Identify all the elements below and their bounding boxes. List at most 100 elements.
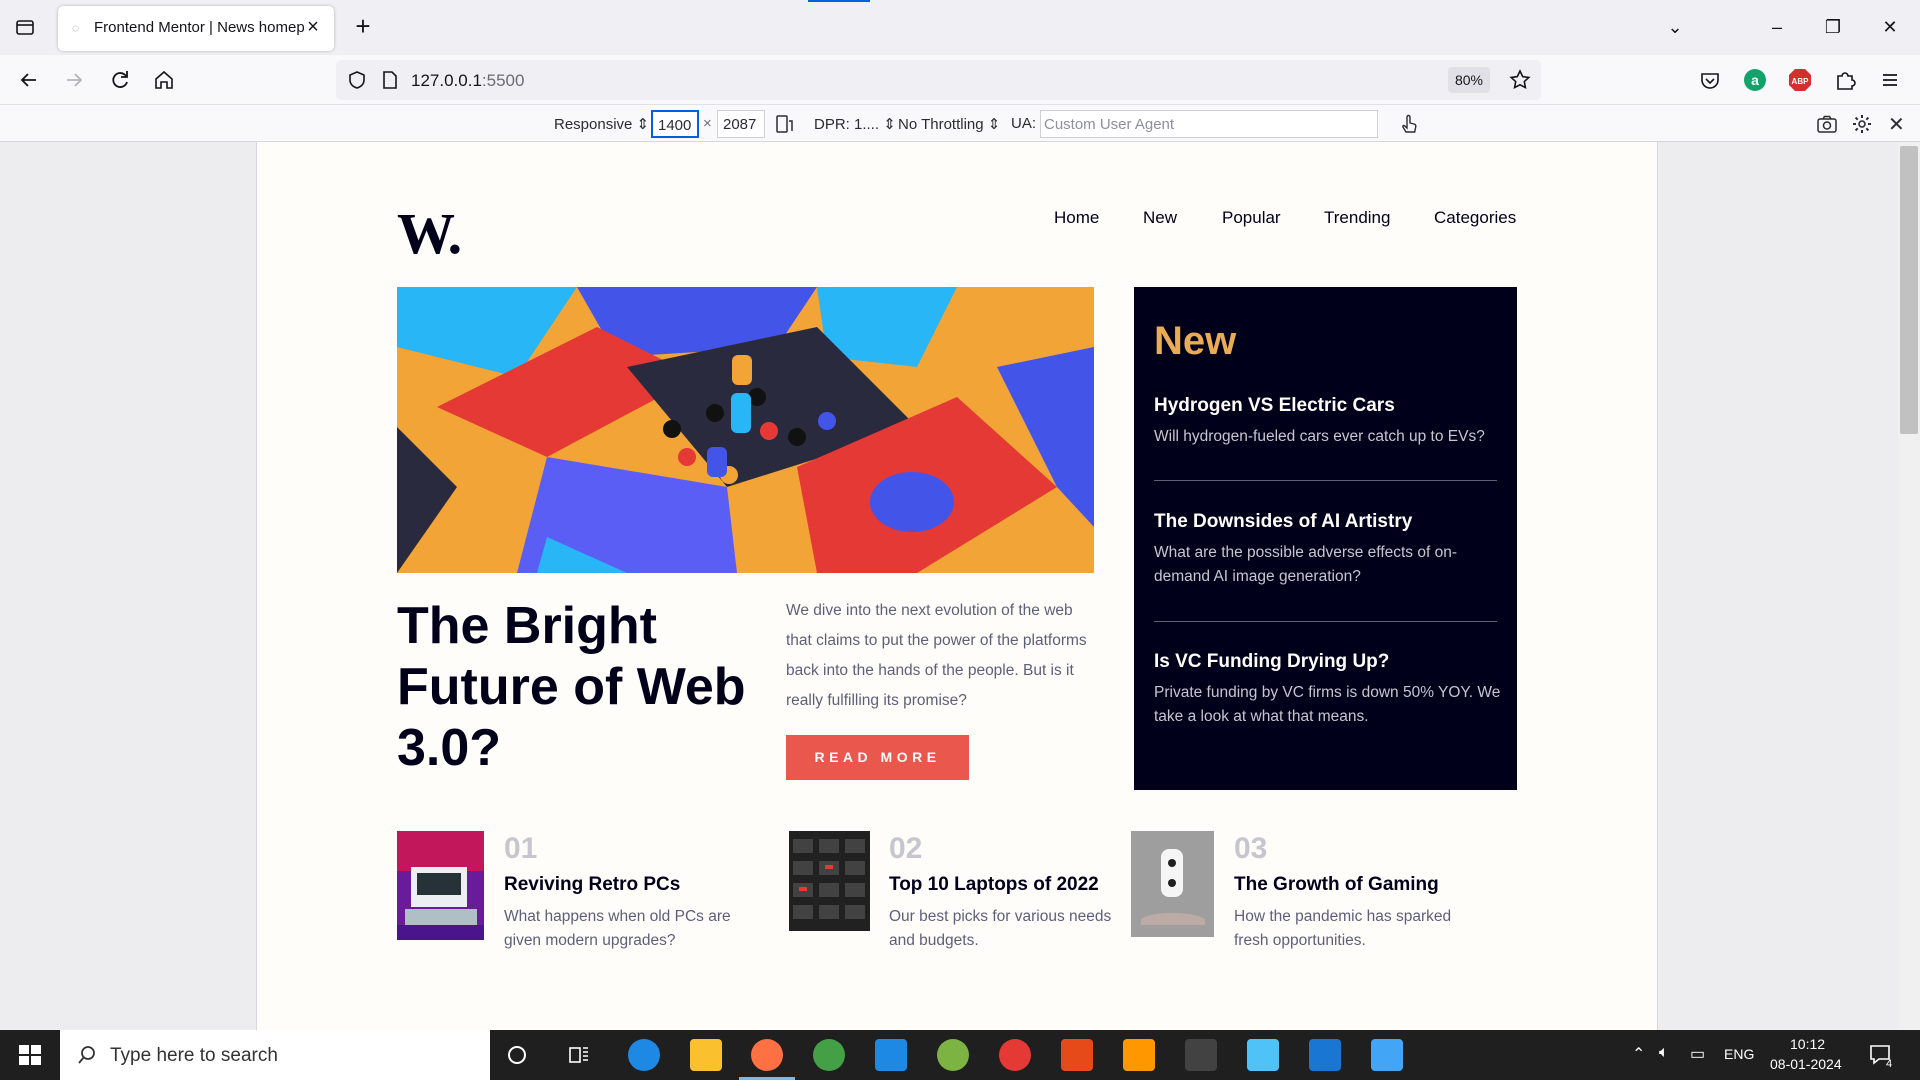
close-rdm-icon[interactable]: ✕ (1888, 112, 1905, 137)
restore-icon[interactable]: ❐ (1820, 14, 1846, 40)
card-title[interactable]: Reviving Retro PCs (504, 874, 680, 896)
windows-start-icon[interactable] (0, 1030, 60, 1080)
volume-icon[interactable]: 🔈︎ (1659, 1044, 1669, 1062)
close-tab-icon[interactable]: × (302, 16, 324, 38)
tab-overflow-chevron-icon[interactable]: ⌄ (1662, 14, 1688, 40)
divider (1154, 480, 1497, 481)
responsive-design-toolbar: Responsive ⇕ 1400 × 2087 DPR: 1.... ⇕ No… (0, 106, 1920, 142)
browser-viewport: W. Home New Popular Trending Categories (0, 142, 1920, 1030)
menu-hamburger-icon[interactable] (1877, 67, 1903, 93)
laptops-keyboard-image (789, 831, 870, 931)
clock-time[interactable]: 10:12 (1790, 1036, 1825, 1052)
adblock-plus-icon[interactable]: ABP (1787, 67, 1813, 93)
search-placeholder: Type here to search (110, 1045, 278, 1066)
url-bar[interactable]: 127.0.0.1:5500 80% (336, 60, 1541, 100)
battery-icon[interactable]: ▭ (1690, 1044, 1705, 1064)
rotate-viewport-icon[interactable] (773, 113, 795, 139)
new-tab-button[interactable]: + (350, 13, 376, 39)
shield-icon[interactable] (346, 69, 368, 96)
nav-link-new[interactable]: New (1143, 208, 1177, 228)
app-icon[interactable] (1247, 1039, 1279, 1071)
browser-tab-bar: ◌ Frontend Mentor | News homepage × + ⌄ … (0, 0, 1920, 55)
task-view-icon[interactable] (567, 1043, 591, 1072)
windows-taskbar: Type here to search ⌃ 🔈︎ ▭ ENG 10:12 08-… (0, 1030, 1920, 1080)
tray-chevron-icon[interactable]: ⌃ (1632, 1044, 1645, 1064)
user-agent-input[interactable]: Custom User Agent (1040, 110, 1378, 138)
extension-a-icon[interactable]: a (1742, 67, 1768, 93)
news-homepage: W. Home New Popular Trending Categories (256, 142, 1658, 1030)
home-icon[interactable] (151, 67, 177, 93)
browser-navbar: 127.0.0.1:5500 80% a ABP (0, 55, 1920, 105)
language-indicator[interactable]: ENG (1724, 1046, 1754, 1062)
firefox-icon[interactable] (751, 1039, 783, 1071)
read-more-button[interactable]: READ MORE (786, 735, 969, 780)
reload-icon[interactable] (107, 67, 133, 93)
card-number: 02 (889, 832, 923, 865)
vscode-icon[interactable] (1309, 1039, 1341, 1071)
scrollbar-thumb[interactable] (1900, 146, 1918, 434)
svg-text:ABP: ABP (1792, 77, 1810, 86)
card-text: How the pandemic has sparked fresh oppor… (1234, 908, 1452, 949)
extensions-puzzle-icon[interactable] (1832, 67, 1858, 93)
card-title[interactable]: The Growth of Gaming (1234, 874, 1439, 896)
new-panel-heading: New (1154, 319, 1237, 363)
device-select[interactable]: Responsive ⇕ (554, 115, 649, 133)
minimize-icon[interactable]: – (1764, 14, 1790, 40)
screenshot-camera-icon[interactable] (1816, 113, 1838, 139)
svg-text:a: a (1751, 72, 1759, 88)
edge-icon[interactable] (628, 1039, 660, 1071)
divider (1154, 621, 1497, 622)
hero-title: The Bright Future of Web 3.0? (397, 597, 746, 777)
file-explorer-icon[interactable] (690, 1039, 722, 1071)
zoom-level-badge[interactable]: 80% (1448, 67, 1490, 93)
vlc-icon[interactable] (1123, 1039, 1155, 1071)
mail-icon[interactable] (875, 1039, 907, 1071)
dpr-select[interactable]: DPR: 1.... ⇕ (814, 115, 896, 133)
clock-date[interactable]: 08-01-2024 (1770, 1056, 1842, 1072)
card-title[interactable]: Top 10 Laptops of 2022 (889, 874, 1099, 896)
close-window-icon[interactable]: ✕ (1877, 14, 1903, 40)
viewport-width-input[interactable]: 1400 (651, 110, 699, 138)
new-item-title[interactable]: Hydrogen VS Electric Cars (1154, 395, 1395, 417)
card-number: 01 (504, 832, 538, 865)
site-logo[interactable]: W. (397, 200, 462, 267)
cortana-icon[interactable] (505, 1043, 529, 1072)
card-number: 03 (1234, 832, 1268, 865)
office-icon[interactable] (1061, 1039, 1093, 1071)
card-text: Our best picks for various needs and bud… (889, 908, 1112, 949)
url-text[interactable]: 127.0.0.1:5500 (411, 71, 524, 91)
tab-list-icon[interactable] (12, 14, 38, 40)
notification-count: 4 (1886, 1058, 1893, 1070)
new-item-text: What are the possible adverse effects of… (1154, 544, 1457, 585)
gaming-controller-image (1131, 831, 1214, 937)
ua-label: UA: (1011, 115, 1037, 132)
nav-link-categories[interactable]: Categories (1434, 208, 1516, 228)
forward-icon[interactable] (61, 67, 87, 93)
new-item-title[interactable]: Is VC Funding Drying Up? (1154, 651, 1389, 673)
nav-link-popular[interactable]: Popular (1222, 208, 1281, 228)
notion-icon[interactable] (1185, 1039, 1217, 1071)
tab-title: Frontend Mentor | News homepage (94, 19, 304, 36)
back-icon[interactable] (16, 67, 42, 93)
viewport-height-input[interactable]: 2087 (717, 110, 765, 138)
browser-tab[interactable]: ◌ Frontend Mentor | News homepage × (58, 6, 334, 51)
touch-simulation-icon[interactable] (1398, 113, 1420, 139)
chrome-icon[interactable] (813, 1039, 845, 1071)
pocket-icon[interactable] (1697, 67, 1723, 93)
card-text: What happens when old PCs are given mode… (504, 908, 731, 949)
opera-icon[interactable] (999, 1039, 1031, 1071)
app-icon[interactable] (937, 1039, 969, 1071)
search-icon (75, 1043, 99, 1072)
new-item-title[interactable]: The Downsides of AI Artistry (1154, 511, 1412, 533)
nav-link-home[interactable]: Home (1054, 208, 1099, 228)
retro-pc-image (397, 831, 484, 940)
tab-indicator (808, 0, 870, 2)
bookmark-star-icon[interactable] (1508, 68, 1532, 97)
page-icon[interactable] (379, 69, 401, 96)
taskbar-search[interactable]: Type here to search (60, 1030, 490, 1080)
photos-icon[interactable] (1371, 1039, 1403, 1071)
nav-link-trending[interactable]: Trending (1324, 208, 1390, 228)
settings-gear-icon[interactable] (1851, 113, 1873, 139)
throttling-select[interactable]: No Throttling ⇕ (898, 115, 1000, 133)
new-item-text: Will hydrogen-fueled cars ever catch up … (1154, 428, 1485, 445)
